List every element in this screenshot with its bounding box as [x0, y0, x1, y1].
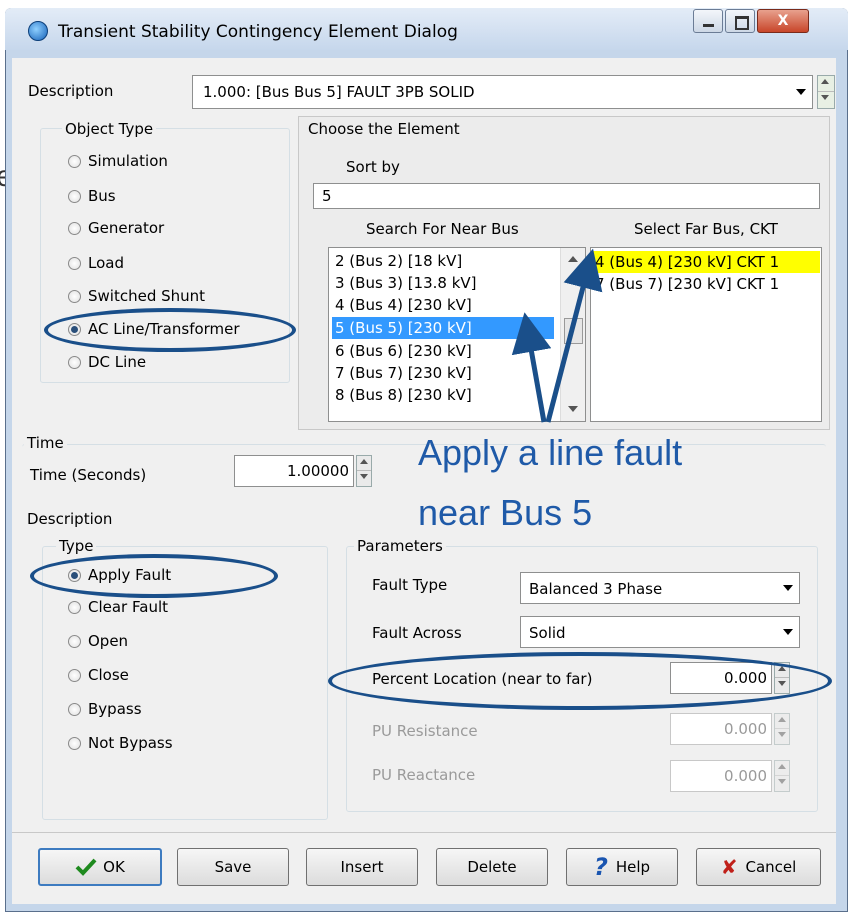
- arrow-to-near-bus: [511, 312, 552, 423]
- annotation-line1: Apply a line fault: [418, 432, 683, 473]
- arrow-to-far-bus: [545, 248, 603, 423]
- annotation-line2: near Bus 5: [418, 492, 593, 533]
